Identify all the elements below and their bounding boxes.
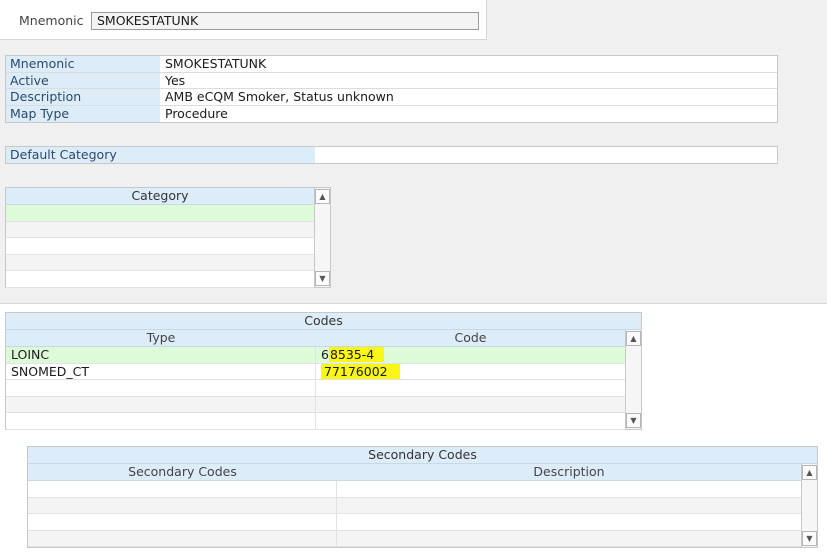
scroll-down-icon[interactable]: ▼ (315, 271, 330, 286)
detail-key: Map Type (6, 105, 160, 122)
highlighted-code: 77176002 (321, 363, 400, 379)
code-cell: 77176002 (316, 363, 625, 380)
table-row[interactable] (28, 514, 801, 531)
secondary-grid-header: Secondary Codes Description (28, 464, 801, 481)
codes-scrollbar[interactable]: ▲ ▼ (625, 330, 641, 429)
scroll-up-icon[interactable]: ▲ (802, 465, 817, 480)
table-row[interactable] (6, 396, 625, 414)
table-row[interactable] (28, 530, 801, 548)
codes-grid-title: Codes (6, 313, 641, 330)
detail-key: Active (6, 72, 160, 88)
codes-grid: Codes Type Code LOINC 68535-4 SNOMED_CT … (5, 312, 642, 430)
codes-grid-header: Type Code (6, 330, 625, 347)
table-row[interactable] (6, 221, 314, 239)
detail-value: SMOKESTATUNK (165, 56, 267, 71)
highlighted-code: 8535-4 (328, 347, 385, 362)
detail-row-mnemonic: Mnemonic SMOKESTATUNK (6, 56, 777, 73)
column-header-description[interactable]: Description (337, 464, 801, 480)
code-cell: 68535-4 (316, 347, 625, 363)
mnemonic-header: Mnemonic SMOKESTATUNK (0, 0, 487, 40)
detail-row-description: Description AMB eCQM Smoker, Status unkn… (6, 89, 777, 106)
table-row[interactable] (6, 238, 314, 255)
scroll-up-icon[interactable]: ▲ (626, 331, 641, 346)
table-row[interactable] (6, 205, 314, 222)
type-cell: SNOMED_CT (6, 363, 316, 380)
code-prefix: 6 (321, 347, 329, 362)
secondary-scrollbar[interactable]: ▲ ▼ (801, 464, 817, 547)
detail-key: Description (6, 89, 160, 105)
table-row[interactable] (6, 413, 625, 430)
detail-value: Procedure (165, 105, 228, 121)
mnemonic-label: Mnemonic (19, 13, 84, 28)
detail-value: AMB eCQM Smoker, Status unknown (165, 89, 394, 104)
mnemonic-field[interactable]: SMOKESTATUNK (91, 12, 479, 30)
table-row[interactable] (28, 481, 801, 498)
scroll-down-icon[interactable]: ▼ (802, 531, 817, 546)
scroll-down-icon[interactable]: ▼ (626, 413, 641, 428)
default-category-value[interactable] (315, 147, 777, 163)
secondary-codes-grid: Secondary Codes Secondary Codes Descript… (27, 446, 818, 548)
table-row[interactable] (6, 254, 314, 272)
detail-key: Mnemonic (6, 56, 160, 72)
secondary-grid-title: Secondary Codes (28, 447, 817, 464)
category-grid: Category ▲ ▼ (5, 187, 331, 288)
detail-row-active: Active Yes (6, 72, 777, 89)
table-row[interactable] (6, 380, 625, 397)
details-table: Mnemonic SMOKESTATUNK Active Yes Descrip… (5, 55, 778, 123)
table-row[interactable]: SNOMED_CT 77176002 (6, 363, 625, 381)
column-header-secondary-codes[interactable]: Secondary Codes (28, 464, 337, 480)
column-header-type[interactable]: Type (6, 330, 316, 346)
table-row[interactable] (6, 271, 314, 288)
category-scrollbar[interactable]: ▲ ▼ (314, 188, 330, 287)
detail-row-map-type: Map Type Procedure (6, 105, 777, 122)
column-header-code[interactable]: Code (316, 330, 625, 346)
category-grid-title: Category (6, 188, 314, 205)
detail-value: Yes (165, 72, 186, 88)
table-row[interactable] (28, 497, 801, 515)
table-row[interactable]: LOINC 68535-4 (6, 347, 625, 364)
default-category-label: Default Category (6, 147, 315, 163)
type-cell: LOINC (6, 347, 316, 363)
scroll-up-icon[interactable]: ▲ (315, 189, 330, 204)
default-category-row: Default Category (5, 146, 778, 164)
